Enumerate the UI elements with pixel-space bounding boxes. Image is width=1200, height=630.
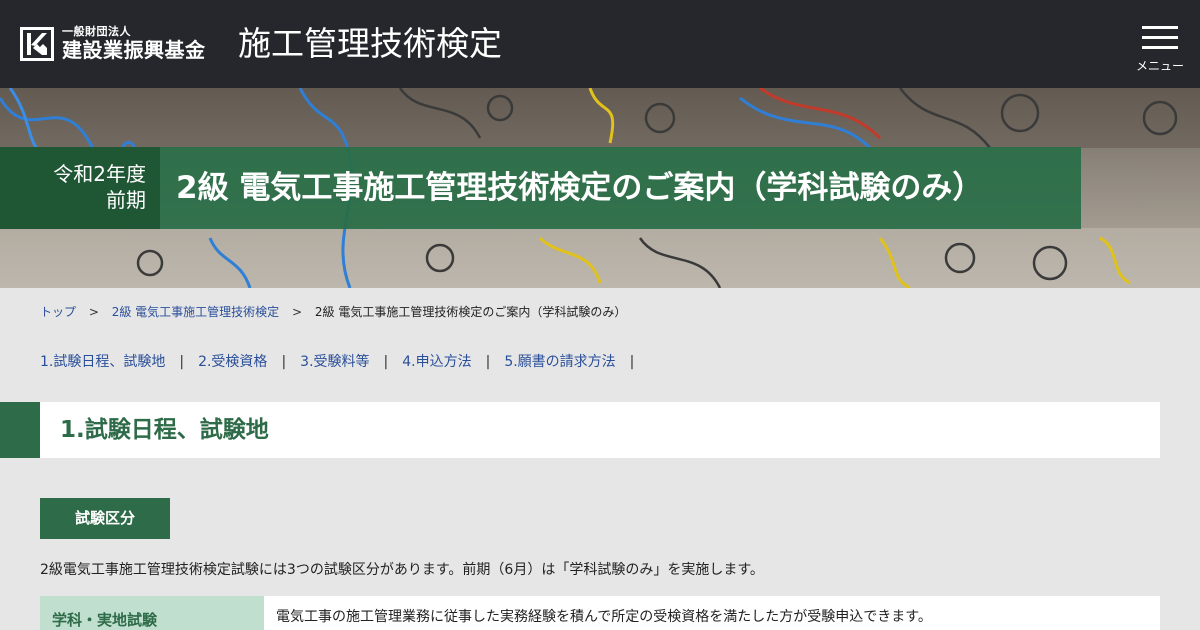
hero-banner: 令和2年度 前期 2級 電気工事施工管理技術検定のご案内（学科試験のみ） — [0, 88, 1200, 288]
kk-logo-icon[interactable] — [20, 27, 54, 61]
section-heading: 1.試験日程、試験地 — [40, 402, 1160, 458]
breadcrumb-link-exam[interactable]: 2級 電気工事施工管理技術検定 — [112, 305, 279, 319]
site-title[interactable]: 施工管理技術検定 — [238, 24, 502, 64]
anchor-link-schedule[interactable]: 1.試験日程、試験地 — [40, 354, 165, 370]
org-name[interactable]: 建設業振興基金 — [62, 38, 206, 62]
anchor-link-request[interactable]: 5.願書の請求方法 — [504, 354, 615, 370]
section-heading-accent — [0, 402, 40, 458]
org-label-small: 一般財団法人 — [62, 25, 131, 38]
anchor-link-eligibility[interactable]: 2.受検資格 — [198, 354, 267, 370]
table-row-cell: 電気工事の施工管理業務に従事した実務経験を積んで所定の受検資格を満たした方が受験… — [264, 596, 1160, 630]
anchor-separator: | — [383, 354, 389, 370]
breadcrumb: トップ > 2級 電気工事施工管理技術検定 > 2級 電気工事施工管理技術検定の… — [40, 303, 626, 321]
exam-category-label: 試験区分 — [40, 498, 170, 539]
breadcrumb-current: 2級 電気工事施工管理技術検定のご案内（学科試験のみ） — [314, 305, 627, 319]
menu-label: メニュー — [1135, 59, 1184, 73]
breadcrumb-link-top[interactable]: トップ — [40, 305, 76, 319]
anchor-separator: | — [179, 354, 185, 370]
section-anchor-nav: 1.試験日程、試験地 | 2.受検資格 | 3.受験料等 | 4.申込方法 | 5.願書の請求方… — [40, 352, 648, 372]
exam-year-box: 令和2年度 前期 — [0, 147, 160, 229]
page-title: 2級 電気工事施工管理技術検定のご案内（学科試験のみ） — [160, 147, 1081, 229]
site-header: 一般財団法人 建設業振興基金 施工管理技術検定 メニュー — [0, 0, 1200, 88]
breadcrumb-separator: > — [292, 305, 303, 319]
exam-year: 令和2年度 — [53, 162, 146, 186]
section-intro-text: 2級電気工事施工管理技術検定試験には3つの試験区分があります。前期（6月）は「学… — [40, 562, 764, 578]
anchor-link-application[interactable]: 4.申込方法 — [402, 354, 471, 370]
anchor-link-fees[interactable]: 3.受験料等 — [300, 354, 369, 370]
exam-period: 前期 — [106, 188, 146, 212]
anchor-separator: | — [485, 354, 491, 370]
table-row-header: 学科・実地試験 — [40, 596, 264, 630]
breadcrumb-separator: > — [88, 305, 99, 319]
anchor-separator: | — [629, 354, 635, 370]
menu-button[interactable]: メニュー — [1130, 22, 1190, 74]
anchor-separator: | — [281, 354, 287, 370]
